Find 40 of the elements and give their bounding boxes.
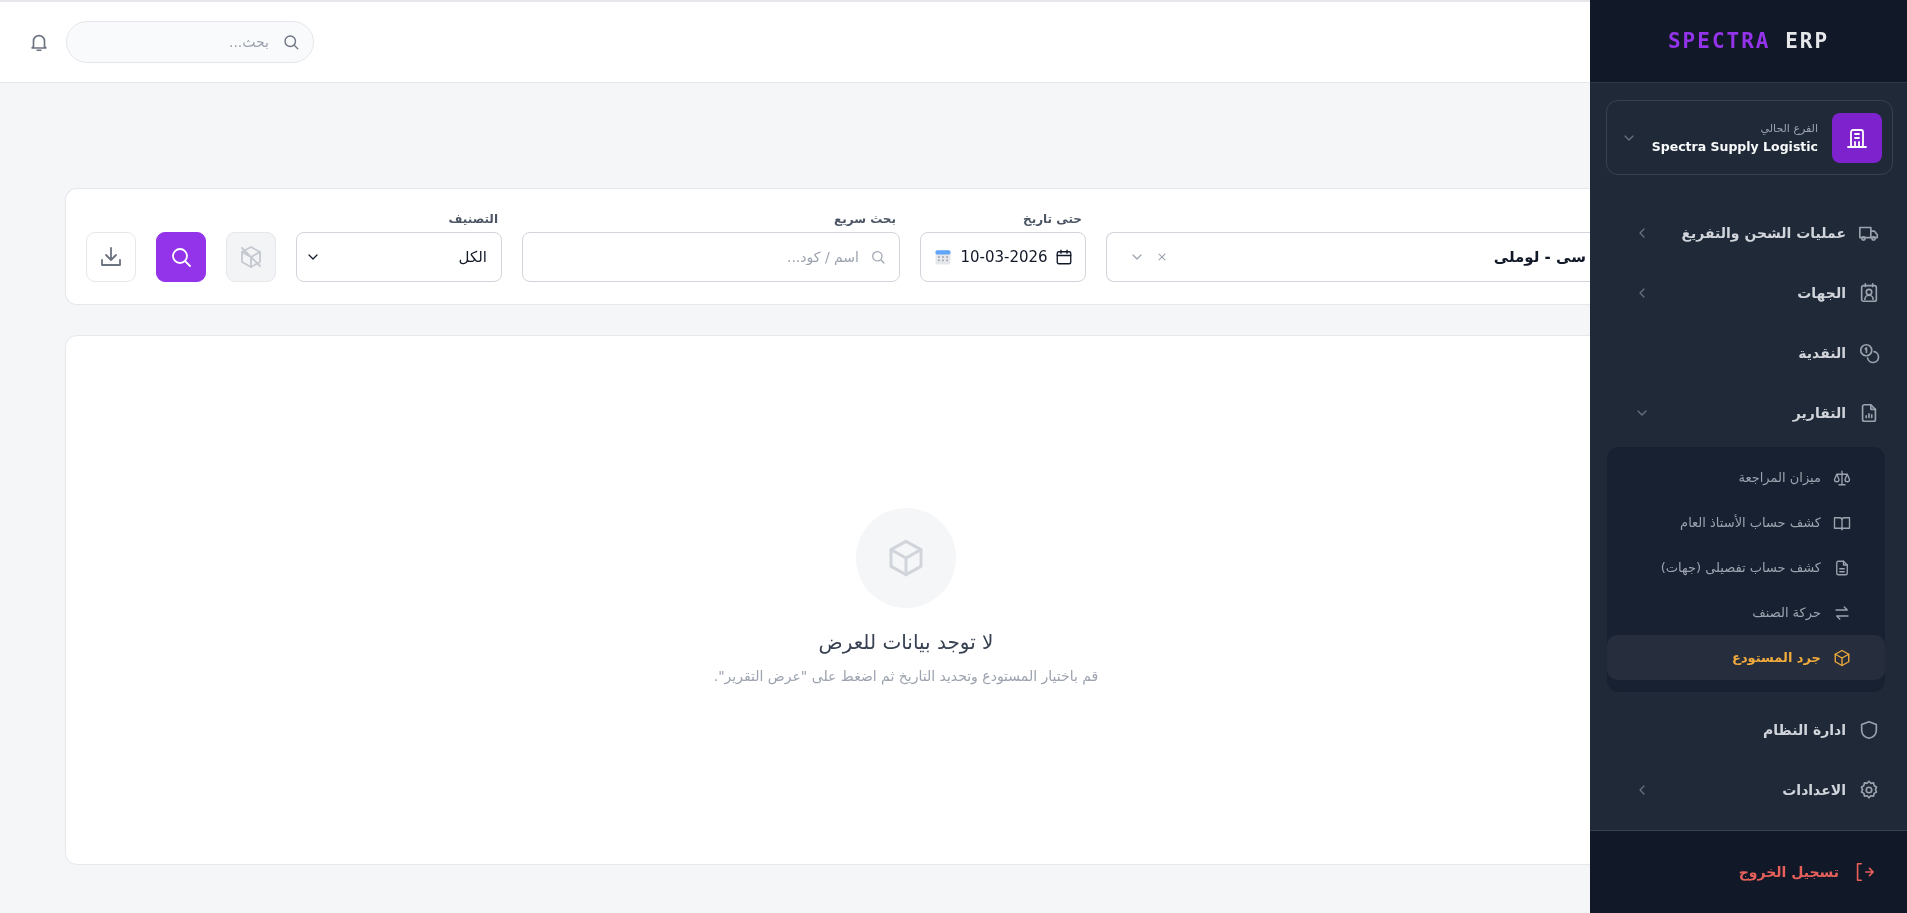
box-icon <box>1833 648 1851 667</box>
field-label: حتى تاريخ <box>1022 211 1083 228</box>
date-field[interactable]: 10-03-2026 <box>920 231 1086 282</box>
warehouse-select[interactable]: سى - لوملى <box>1106 231 1590 282</box>
scale-icon <box>1833 468 1851 487</box>
search-field[interactable]: بحث... <box>66 21 314 63</box>
empty-message: قم باختيار المستودع وتحديد التاريخ ثم اضغط على "عرض التقرير". <box>713 668 1099 684</box>
nav-item[interactable]: الاعدادات <box>1590 760 1907 820</box>
settings-icon <box>1858 779 1880 801</box>
nav-item[interactable]: ادارة النظام <box>1590 700 1907 760</box>
nav-item[interactable]: عمليات الشحن والتفريغ <box>1590 203 1907 263</box>
branch-label: الفرع الحالي <box>1759 121 1818 135</box>
field-label: بحث سريع <box>833 211 897 228</box>
nav-item[interactable]: النقدية <box>1590 323 1907 383</box>
nav-item[interactable]: التقارير <box>1590 383 1907 443</box>
nav-item[interactable]: الجهات <box>1590 263 1907 323</box>
quick-search-field[interactable]: اسم / كود... <box>522 231 900 282</box>
empty-title: لا توجد بيانات للعرض <box>818 630 994 654</box>
logout-link[interactable]: تسجيل الخروج <box>1738 861 1875 883</box>
branch-name: Spectra Supply Logistic <box>1651 138 1818 154</box>
submenu-item[interactable]: كشف حساب الأستاذ العام <box>1607 500 1885 545</box>
submenu-item[interactable]: جرد المستودع <box>1607 635 1885 680</box>
no-box-icon <box>239 244 263 269</box>
search-icon <box>870 248 886 265</box>
calendar-icon <box>1055 247 1073 266</box>
field-label: التصنيف <box>447 211 499 228</box>
search-button[interactable] <box>156 231 206 282</box>
submenu-item[interactable]: ميزان المراجعة <box>1607 455 1885 500</box>
arrows-icon <box>1833 603 1851 622</box>
download-button[interactable] <box>86 231 136 282</box>
coins-icon <box>1858 342 1880 364</box>
logo: SPECTRA ERP <box>1667 29 1830 53</box>
submenu-item[interactable]: حركة الصنف <box>1607 590 1885 635</box>
download-icon <box>99 244 123 269</box>
search-icon <box>282 33 300 51</box>
shield-icon <box>1858 719 1880 741</box>
category-select[interactable]: الكل <box>296 231 502 282</box>
submenu-item[interactable]: كشف حساب تفصيلى (جهات) <box>1607 545 1885 590</box>
document-icon <box>1833 558 1851 577</box>
contact-card-icon <box>1858 282 1880 304</box>
